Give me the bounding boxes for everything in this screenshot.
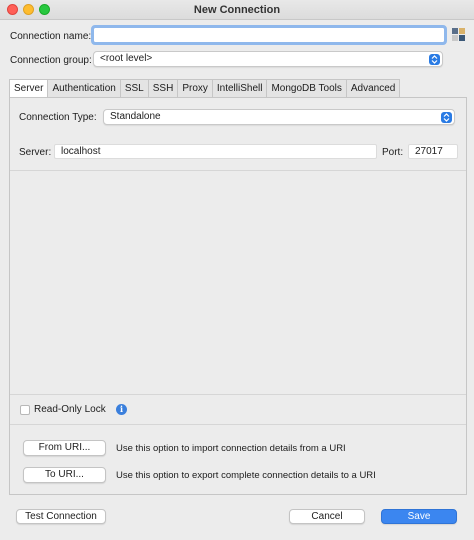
from-uri-description: Use this option to import connection det… [116, 443, 346, 454]
connection-name-input[interactable] [91, 25, 447, 45]
section-divider [10, 394, 466, 395]
to-uri-description: Use this option to export complete conne… [116, 470, 376, 481]
section-divider [10, 424, 466, 425]
to-uri-button[interactable]: To URI... [23, 467, 106, 483]
tab-mongodb-tools[interactable]: MongoDB Tools [267, 79, 347, 98]
connection-group-label: Connection group: [10, 55, 92, 66]
window-title: New Connection [193, 4, 281, 16]
tab-intellishell[interactable]: IntelliShell [212, 79, 268, 98]
from-uri-button[interactable]: From URI... [23, 440, 106, 456]
tab-proxy[interactable]: Proxy [178, 79, 213, 98]
color-grid-icon[interactable] [452, 28, 465, 41]
port-input[interactable]: 27017 [408, 144, 458, 159]
new-connection-window: New Connection Connection name: Connecti… [0, 0, 474, 540]
connection-group-select[interactable]: <root level> [93, 51, 443, 67]
connection-type-select[interactable]: Standalone [103, 109, 455, 125]
chevron-updown-icon [441, 112, 452, 123]
server-tab-panel: Connection Type: Standalone Server: loca… [9, 97, 467, 495]
connection-type-value: Standalone [110, 111, 161, 122]
test-connection-button[interactable]: Test Connection [16, 509, 106, 524]
tab-authentication[interactable]: Authentication [48, 79, 121, 98]
tab-ssh[interactable]: SSH [148, 79, 179, 98]
chevron-updown-icon [429, 54, 440, 65]
connection-group-value: <root level> [100, 53, 153, 64]
cancel-button[interactable]: Cancel [289, 509, 365, 524]
connection-tabs: Server Authentication SSL SSH Proxy Inte… [9, 79, 401, 98]
save-button[interactable]: Save [381, 509, 457, 524]
port-label: Port: [382, 147, 404, 158]
title-bar: New Connection [0, 0, 474, 20]
tab-server[interactable]: Server [9, 79, 49, 98]
section-divider [10, 170, 466, 171]
readonly-lock-label: Read-Only Lock [34, 404, 106, 415]
readonly-lock-checkbox[interactable] [20, 405, 30, 415]
tab-ssl[interactable]: SSL [120, 79, 149, 98]
connection-type-label: Connection Type: [19, 112, 97, 123]
info-icon[interactable]: i [116, 404, 127, 415]
tab-advanced[interactable]: Advanced [346, 79, 401, 98]
server-input[interactable]: localhost [54, 144, 377, 159]
server-label: Server: [19, 147, 52, 158]
connection-name-label: Connection name: [10, 31, 92, 42]
